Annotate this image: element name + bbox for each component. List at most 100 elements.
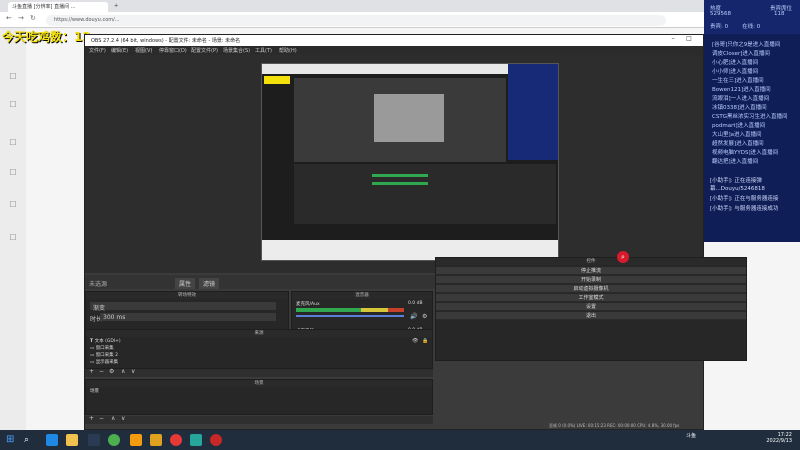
edge-icon[interactable] [46,434,58,446]
sources-dock: 来源 T 文本 (GDI+) ▭ 窗口采集 ▭ 窗口采集 2 ▭ 显示器采集 👁… [85,329,433,369]
chat-message: 冰镇0338]进入直播间 [712,105,767,111]
visibility-icon[interactable]: 👁 [412,338,418,344]
scene-item[interactable]: 场景 [90,388,99,394]
menu-profile[interactable]: 配置文件(P) [191,47,218,54]
heat-value: 529568 [710,11,731,17]
studio-mode-button[interactable]: 工作室模式 [436,294,746,302]
chat-message: Bowen121]进入直播间 [712,87,771,93]
explorer-icon[interactable] [66,434,78,446]
chat-header: 热度 529568 贵宾席位 118 贵宾: 0 在线: 0 [704,0,800,34]
duration-input[interactable]: 300 ms [100,313,276,321]
menu-help[interactable]: 帮助(H) [279,47,297,54]
virtual-camera-button[interactable]: 启动虚拟摄像机 [436,285,746,293]
search-icon[interactable]: ⌕ [617,251,629,263]
chat-message: 一生在三]进入直播间 [712,78,764,84]
properties-button[interactable]: 属性 [175,278,196,289]
source-item[interactable]: ▭ 窗口采集 [90,345,114,351]
stop-streaming-button[interactable]: 停止推流 [436,267,746,275]
chat-message: 小心肥]进入直播间 [712,60,759,66]
source-item[interactable]: T 文本 (GDI+) [90,338,121,344]
chat-message: 流眼泪]一人进入直播间 [712,96,770,102]
move-up-icon[interactable]: ∧ [111,415,115,422]
obs-window: OBS 27.2.4 (64 bit, windows) - 配置文件: 未命名… [84,34,747,430]
obs-title-bar: OBS 27.2.4 (64 bit, windows) - 配置文件: 未命名… [85,35,703,46]
tray-label: 斗鱼 [686,433,697,439]
settings-button[interactable]: 设置 [436,303,746,311]
danmaku-chat-panel: 热度 529568 贵宾席位 118 贵宾: 0 在线: 0 [谷哥]只你之9是… [704,0,800,242]
chicken-dinner-counter: 今天吃鸡数：13 [2,30,91,44]
source-item[interactable]: ▭ 窗口采集 2 [90,352,118,358]
scenes-dock: 场景 场景 [85,379,433,415]
chat-message: CSTG黑丝浓实习生进入直播间 [712,114,788,120]
app-icon[interactable] [150,434,162,446]
windows-taskbar: ⊞ ⌕ [0,430,800,450]
forward-icon[interactable]: → [18,14,24,22]
move-down-icon[interactable]: ∨ [121,415,125,422]
nested-meter [372,174,428,177]
no-source-label: 未选源 [89,281,108,288]
menu-scene-collection[interactable]: 场景集合(S) [223,47,250,54]
move-down-icon[interactable]: ∨ [131,368,135,375]
obs-preview[interactable] [85,55,703,273]
game-icon[interactable]: ☐ [7,168,19,178]
home-icon[interactable]: ☐ [7,72,19,82]
sources-header: 来源 [86,330,432,337]
chat-message: 小小师]进入直播间 [712,69,759,75]
menu-file[interactable]: 文件(F) [89,47,106,54]
vip-value: 118 [774,11,785,17]
preview-canvas [261,63,559,261]
remove-source-icon[interactable]: − [99,368,104,375]
mixer-track-name: 麦克风/Aux [296,302,320,307]
app-icon[interactable] [130,434,142,446]
chat-system-message: [小助手]: 正在连接弹 [710,178,762,184]
reload-icon[interactable]: ↻ [30,14,36,22]
menu-view[interactable]: 视图(V) [135,47,152,54]
add-source-icon[interactable]: + [89,368,94,375]
move-up-icon[interactable]: ∧ [121,368,125,375]
menu-tools[interactable]: 工具(T) [255,47,272,54]
transition-type-select[interactable]: 渐变 [90,302,276,312]
volume-slider[interactable] [296,315,404,317]
app-icon[interactable] [170,434,182,446]
chat-message: podmart]进入直播间 [712,123,766,129]
app-icon[interactable] [88,434,100,446]
menu-docks[interactable]: 停靠窗口(D) [159,47,187,54]
chat-system-message: [小助手]: 正在与服务器连接 [710,196,779,202]
chrome-icon[interactable] [108,434,120,446]
search-icon[interactable]: ⌕ [24,434,36,446]
chat-message: 翻达把]进入直播间 [712,159,759,165]
left-sidebar: ☐ ☐ ☐ ☐ ☐ ☐ ⚙ [0,28,26,445]
speaker-icon[interactable]: 🔊 [410,313,417,320]
transitions-header: 转场特效 [86,292,288,299]
gear-icon[interactable]: ⚙ [422,313,427,320]
obs-minimize-icon[interactable]: – [665,35,681,46]
follow-icon[interactable]: ☐ [7,100,19,110]
source-item[interactable]: ▭ 显示器采集 [90,359,118,365]
start-recording-button[interactable]: 开始录制 [436,276,746,284]
back-icon[interactable]: ← [6,14,12,22]
mixer-header: 混音器 [292,292,432,299]
chat-message: 超然发展]进入直播间 [712,141,764,147]
chat-system-message: 幕...Douyu/5246818 [710,186,765,192]
filters-button[interactable]: 滤镜 [199,278,220,289]
system-clock[interactable]: 17:22 2022/9/13 [748,432,792,444]
new-tab-button[interactable]: + [110,2,124,12]
volume-meter [296,308,404,312]
lock-icon[interactable]: 🔒 [422,338,428,344]
category-icon[interactable]: ☐ [7,138,19,148]
start-icon[interactable]: ⊞ [6,434,18,446]
shop-icon[interactable]: ☐ [7,233,19,243]
obs-taskbar-icon[interactable] [210,434,222,446]
source-settings-icon[interactable]: ⚙ [109,368,114,375]
app-icon[interactable] [190,434,202,446]
controls-header: 控件 [436,258,746,265]
menu-edit[interactable]: 编辑(E) [111,47,128,54]
add-scene-icon[interactable]: + [89,415,94,422]
obs-menu-bar: 文件(F) 编辑(E) 视图(V) 停靠窗口(D) 配置文件(P) 场景集合(S… [85,46,703,55]
esports-icon[interactable]: ☐ [7,200,19,210]
url-input[interactable]: https://www.douyu.com/... [46,15,666,26]
remove-scene-icon[interactable]: − [99,415,104,422]
browser-tab[interactable]: 斗鱼直播 [分辨率] 直播间 ... [8,2,108,12]
exit-button[interactable]: 退出 [436,312,746,320]
obs-maximize-icon[interactable]: □ [681,35,697,46]
